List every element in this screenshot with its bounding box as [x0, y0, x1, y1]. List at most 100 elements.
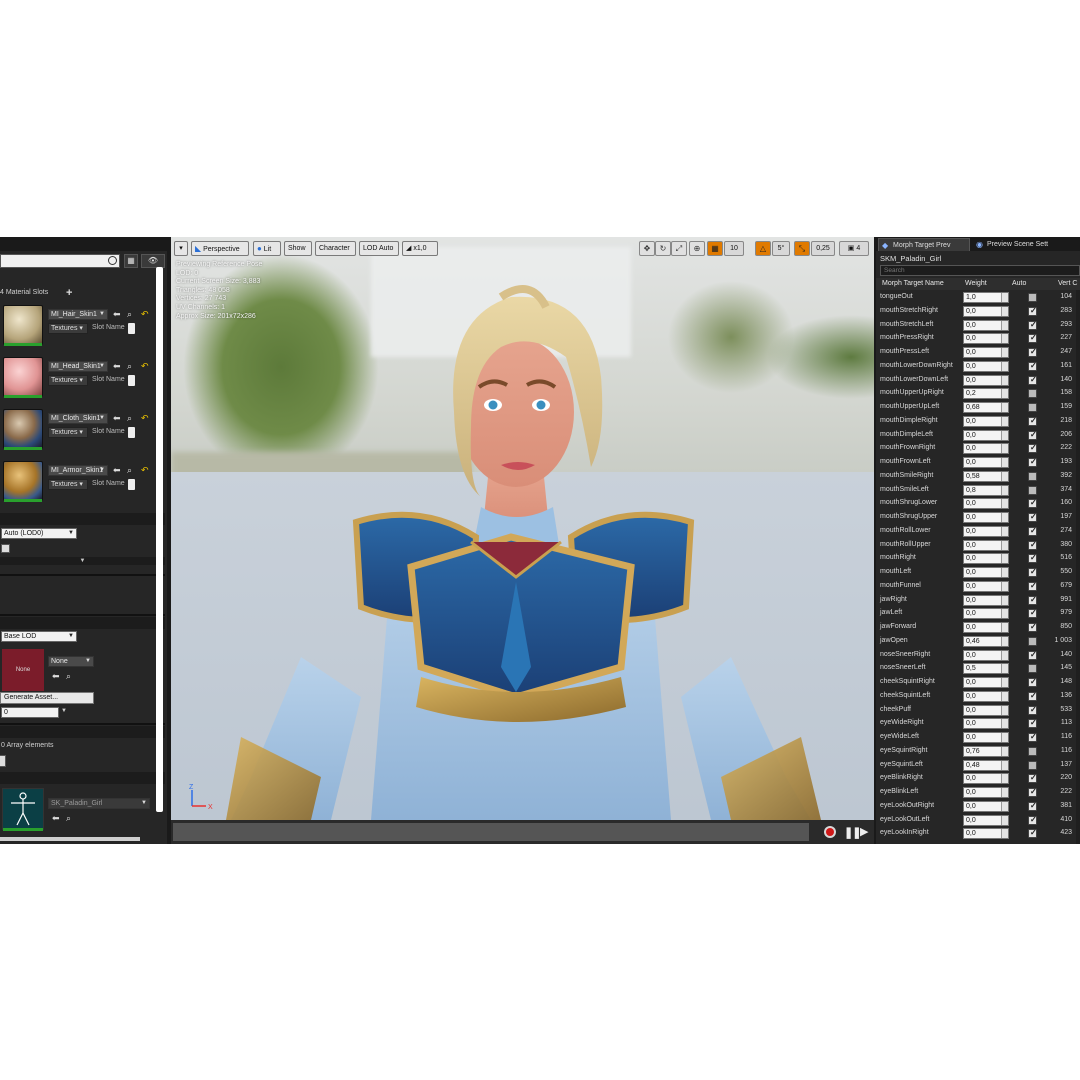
use-selected-arrow-icon[interactable]: ⬅ — [113, 309, 121, 320]
morph-row[interactable]: mouthFrownLeft 0,0 193 — [876, 456, 1080, 470]
morph-row[interactable]: eyeLookOutLeft 0,0 410 — [876, 814, 1080, 828]
weight-spinner[interactable] — [1001, 595, 1008, 605]
weight-input[interactable]: 0,68 — [963, 402, 1009, 413]
weight-input[interactable]: 0,0 — [963, 305, 1009, 317]
material-combo[interactable]: MI_Armor_Skin1 ▼ — [48, 465, 108, 476]
base-lod-combo[interactable]: Base LOD ▼ — [1, 631, 77, 642]
weight-input[interactable]: 0,0 — [963, 374, 1009, 386]
reset-icon[interactable]: ↶ — [141, 413, 149, 424]
morph-row[interactable]: mouthLeft 0,0 550 — [876, 566, 1080, 580]
weight-input[interactable]: 0,0 — [963, 594, 1009, 606]
header-vert-count[interactable]: Vert C — [1058, 280, 1077, 287]
weight-spinner[interactable] — [1001, 444, 1008, 454]
textures-dropdown[interactable]: Textures ▾ — [48, 375, 88, 386]
morph-row[interactable]: mouthDimpleRight 0,0 218 — [876, 415, 1080, 429]
morph-row[interactable]: eyeBlinkRight 0,0 220 — [876, 772, 1080, 786]
weight-input[interactable]: 0,0 — [963, 704, 1009, 716]
morph-row[interactable]: jawForward 0,0 850 — [876, 621, 1080, 635]
material-combo[interactable]: MI_Cloth_Skin1 ▼ — [48, 413, 108, 424]
weight-spinner[interactable] — [1001, 568, 1008, 577]
viewport-options-button[interactable]: ▾ — [174, 241, 188, 256]
lod-auto-button[interactable]: LOD Auto — [359, 241, 399, 256]
weight-input[interactable]: 0,0 — [963, 525, 1009, 537]
weight-spinner[interactable] — [1001, 375, 1008, 385]
translate-icon[interactable]: ✥ — [639, 241, 655, 256]
weight-spinner[interactable] — [1001, 774, 1008, 784]
weight-spinner[interactable] — [1001, 788, 1008, 797]
browse-search-icon[interactable]: ⌕ — [66, 813, 71, 824]
textures-dropdown[interactable]: Textures ▾ — [48, 427, 88, 438]
morph-row[interactable]: cheekSquintLeft 0,0 136 — [876, 690, 1080, 704]
weight-input[interactable]: 0,58 — [963, 470, 1009, 482]
number-field[interactable]: 0 — [1, 707, 59, 718]
morph-row[interactable]: eyeBlinkLeft 0,0 222 — [876, 786, 1080, 800]
rotation-snap-value[interactable]: 5° — [772, 241, 790, 256]
grid-snap-value[interactable]: 10 — [724, 241, 744, 256]
eye-visibility-button[interactable]: 👁 — [141, 254, 165, 268]
weight-spinner[interactable] — [1001, 389, 1008, 399]
pause-icon[interactable]: ❚❚ — [844, 826, 861, 839]
weight-input[interactable]: 0,0 — [963, 732, 1009, 743]
use-selected-arrow-icon[interactable]: ⬅ — [52, 671, 60, 682]
weight-input[interactable]: 0,0 — [963, 457, 1009, 468]
use-selected-arrow-icon[interactable]: ⬅ — [113, 361, 121, 372]
morph-row[interactable]: mouthPressLeft 0,0 247 — [876, 346, 1080, 360]
browse-search-icon[interactable]: ⌕ — [127, 413, 132, 424]
morph-row[interactable]: mouthLowerDownLeft 0,0 140 — [876, 374, 1080, 388]
morph-row[interactable]: mouthSmileRight 0,58 392 — [876, 470, 1080, 484]
material-thumbnail[interactable] — [3, 357, 43, 398]
weight-input[interactable]: 0,0 — [963, 347, 1009, 358]
morph-row[interactable]: jawLeft 0,0 979 — [876, 607, 1080, 621]
lod-combo[interactable]: Auto (LOD0) ▼ — [1, 528, 77, 539]
playback-speed-button[interactable]: ◢ x1,0 — [402, 241, 438, 256]
weight-input[interactable]: 0,0 — [963, 415, 1009, 427]
use-selected-arrow-icon[interactable]: ⬅ — [113, 465, 121, 476]
morph-row[interactable]: mouthShrugLower 0,0 160 — [876, 497, 1080, 511]
morph-scrollbar[interactable] — [1076, 290, 1080, 844]
use-selected-arrow-icon[interactable]: ⬅ — [113, 413, 121, 424]
skeleton-thumbnail[interactable] — [2, 788, 44, 831]
weight-spinner[interactable] — [1001, 306, 1008, 316]
weight-spinner[interactable] — [1001, 623, 1008, 632]
reset-icon[interactable]: ↶ — [141, 309, 149, 320]
details-search-input[interactable] — [0, 254, 120, 268]
morph-row[interactable]: mouthShrugUpper 0,0 197 — [876, 511, 1080, 525]
rotate-icon[interactable]: ↻ — [655, 241, 671, 256]
weight-spinner[interactable] — [1001, 650, 1008, 660]
weight-spinner[interactable] — [1001, 664, 1008, 674]
morph-row[interactable]: mouthFunnel 0,0 679 — [876, 580, 1080, 594]
weight-spinner[interactable] — [1001, 746, 1008, 756]
weight-spinner[interactable] — [1001, 361, 1008, 371]
weight-input[interactable]: 0,0 — [963, 539, 1009, 551]
browse-search-icon[interactable]: ⌕ — [66, 671, 71, 682]
weight-spinner[interactable] — [1001, 609, 1008, 619]
weight-input[interactable]: 0,5 — [963, 663, 1009, 675]
material-combo[interactable]: MI_Hair_Skin1 ▼ — [48, 309, 108, 320]
morph-row[interactable]: jawOpen 0,46 1 003 — [876, 635, 1080, 649]
weight-input[interactable]: 0,0 — [963, 787, 1009, 798]
array-add-button[interactable] — [0, 755, 6, 767]
weight-spinner[interactable] — [1001, 719, 1008, 729]
scale-icon[interactable]: ⤢ — [671, 241, 687, 256]
lod-checkbox[interactable] — [1, 544, 10, 553]
morph-row[interactable]: mouthPressRight 0,0 227 — [876, 332, 1080, 346]
morph-row[interactable]: mouthFrownRight 0,0 222 — [876, 442, 1080, 456]
weight-spinner[interactable] — [1001, 513, 1008, 522]
world-local-icon[interactable]: ⊕ — [689, 241, 705, 256]
weight-input[interactable]: 0,0 — [963, 443, 1009, 455]
weight-input[interactable]: 0,46 — [963, 635, 1009, 647]
play-icon[interactable]: ▶ — [860, 825, 868, 838]
weight-input[interactable]: 0,0 — [963, 718, 1009, 730]
weight-input[interactable]: 0,0 — [963, 677, 1009, 688]
morph-row[interactable]: cheekPuff 0,0 533 — [876, 704, 1080, 718]
morph-row[interactable]: mouthLowerDownRight 0,0 161 — [876, 360, 1080, 374]
weight-input[interactable]: 0,0 — [963, 553, 1009, 565]
weight-spinner[interactable] — [1001, 540, 1008, 550]
details-scrollbar[interactable] — [156, 267, 163, 812]
morph-row[interactable]: jawRight 0,0 991 — [876, 594, 1080, 608]
textures-dropdown[interactable]: Textures ▾ — [48, 479, 88, 490]
expand-arrow-icon[interactable]: ▼ — [0, 557, 165, 565]
weight-spinner[interactable] — [1001, 403, 1008, 412]
morph-row[interactable]: mouthDimpleLeft 0,0 206 — [876, 429, 1080, 443]
weight-spinner[interactable] — [1001, 760, 1008, 770]
